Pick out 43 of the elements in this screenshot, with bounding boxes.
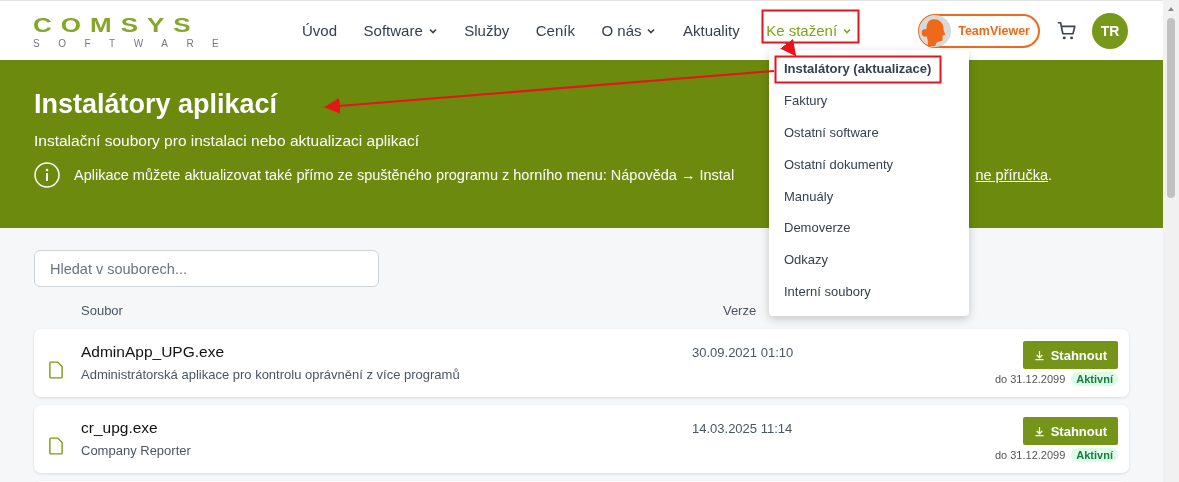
info-text: Aplikace můžete aktualizovat také přímo ze spuštěného programu z horního menu: Nápověda → Instal	[74, 167, 735, 183]
company-logo[interactable]: COMSYS SOFTWARE	[33, 11, 251, 50]
menu-item[interactable]: Ostatní software	[769, 124, 969, 157]
period-text: .	[1047, 167, 1052, 183]
expiry-date: do 31.12.2099	[994, 373, 1066, 385]
status-badge: Aktivní	[1071, 448, 1118, 462]
file-description: Company Reporter	[81, 443, 192, 458]
scrollbar[interactable]	[1163, 0, 1179, 482]
version-date: 30.09.2021 01:10	[692, 345, 794, 362]
download-icon	[1033, 349, 1045, 361]
support-agent-icon	[918, 13, 953, 48]
column-header: Soubor	[81, 303, 123, 320]
expiry-date: do 31.12.2099	[994, 449, 1066, 461]
file-description: Administrátorská aplikace pro kontrolu oprávnění z více programů	[81, 367, 461, 382]
file-name: AdminApp_UPG.exe	[81, 343, 226, 361]
info-icon	[34, 162, 60, 188]
menu-item[interactable]: Interní soubory	[769, 284, 969, 316]
menu-item[interactable]: Demoverze	[769, 220, 969, 253]
menu-item[interactable]: Odkazy	[769, 252, 969, 285]
nav-link[interactable]: Úvod	[302, 22, 338, 39]
page-title: Instalátory aplikací	[34, 88, 278, 120]
cart-icon[interactable]	[1056, 19, 1078, 42]
nav-link[interactable]: Software	[363, 22, 438, 39]
scrollbar-thumb[interactable]	[1167, 18, 1175, 198]
nav-link[interactable]: O nás	[601, 22, 657, 39]
manual-link[interactable]: ne příručka	[975, 167, 1048, 183]
file-icon	[49, 437, 63, 455]
nav-link[interactable]: Aktuality	[683, 22, 740, 39]
nav-link[interactable]: Ceník	[535, 22, 575, 39]
file-name: cr_upg.exe	[81, 419, 159, 437]
nav-link[interactable]: Služby	[464, 22, 510, 39]
menu-item[interactable]: Faktury	[769, 92, 969, 125]
menu-item[interactable]: Instalátory (aktualizace)	[769, 61, 969, 93]
menu-item[interactable]: Ostatní dokumenty	[769, 156, 969, 189]
search-field[interactable]: Hledat v souborech...	[34, 250, 379, 287]
menu-item[interactable]: Manuály	[769, 188, 969, 221]
version-date: 14.03.2025 11:14	[692, 421, 793, 438]
page-subtitle: Instalační soubory pro instalaci nebo aktualizaci aplikací	[34, 132, 420, 150]
status-badge: Aktivní	[1071, 372, 1118, 386]
annotation-arrow	[780, 39, 797, 57]
file-icon	[49, 361, 63, 379]
download-icon	[1033, 425, 1045, 437]
column-header: Verze	[722, 303, 757, 320]
